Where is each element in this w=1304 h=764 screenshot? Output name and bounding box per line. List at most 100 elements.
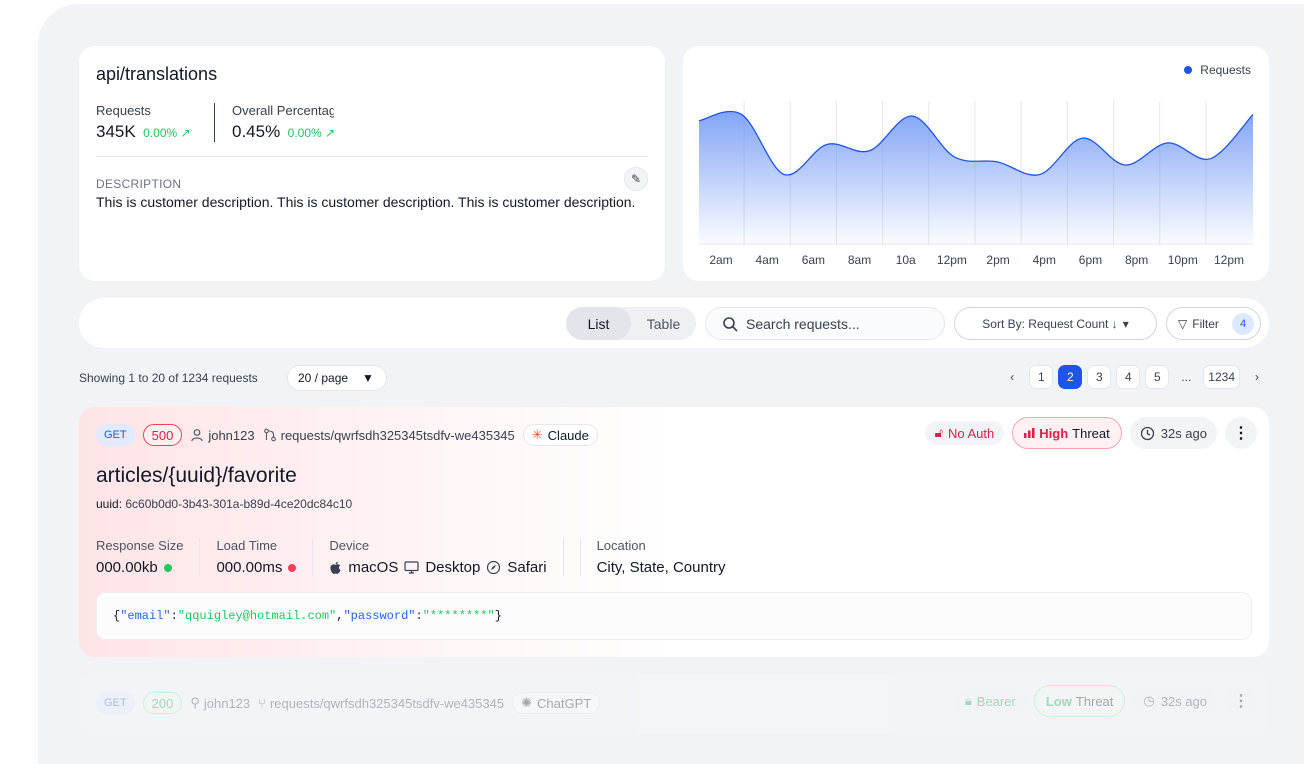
threat-level: High [1039,425,1069,441]
uuid-label: uuid: [96,497,123,511]
prev-page-icon[interactable]: ‹ [1000,365,1024,389]
filter-count-badge: 4 [1232,313,1254,335]
auth-badge: 🔒︎ Bearer [954,689,1026,713]
request-card[interactable]: GET 500 john123 requests/qwrfsdh325345ts… [79,407,1269,657]
stat-load-time: Load Time 000.00ms [216,538,314,576]
request-tags: GET 200 ⚲ john123 ⑂ requests/qwrfsdh3253… [96,692,601,714]
metric-label: Overall Percentage [232,103,334,118]
uuid-value: 6c60b0d0-3b43-301a-b89d-4ce20dc84c10 [125,497,353,511]
requests-area-chart: 2am 4am 6am 8am 10a 12pm 2pm 4pm 6pm 8pm 10pm 12pm [698,101,1254,267]
device-os: macOS [348,559,399,576]
metric-label: Requests [96,103,151,118]
user-icon [191,429,204,442]
method-badge: GET [96,692,135,714]
stat-location: Location City, State, Country [579,538,742,576]
request-tags: GET 500 john123 requests/qwrfsdh325345ts… [96,424,598,446]
pagination: ‹ 1 2 3 4 5 ... 1234 › [1000,365,1269,389]
chatgpt-icon: ✺ [521,695,533,710]
user-tag: john123 [190,428,255,443]
x-tick-label: 8pm [1125,253,1148,267]
payload-value: "qquigley@hotmail.com" [177,609,337,623]
stat-device: Device macOS Desktop Safari [329,538,564,576]
stat-value: City, State, Country [596,559,726,576]
status-badge: 500 [142,424,183,446]
stat-label: Device [329,538,370,553]
page-button[interactable]: 3 [1087,365,1112,389]
request-path: requests/qwrfsdh325345tsdfv-we435345 [280,427,515,443]
threat-badge: Low Threat [1033,685,1126,717]
x-tick-label: 8am [848,253,871,267]
stat-label: Load Time [216,538,278,553]
page-button[interactable]: 4 [1116,365,1141,389]
per-page-value: 20 / page [298,371,349,385]
payload-key: "password" [343,609,416,623]
caret-down-icon: ▼ [362,371,374,385]
stat-response-size: Response Size 000.00kb [96,538,201,576]
pencil-icon: ✎ [630,172,642,186]
threat-word: Threat [1075,693,1114,709]
signal-bars-icon [1024,428,1035,438]
kebab-icon: ⋮ [1233,693,1249,710]
model-name: Claude [547,427,589,443]
series-area [699,111,1253,245]
description-label: DESCRIPTION [96,177,182,191]
timestamp-badge: ◷ 32s ago [1133,685,1217,717]
stat-value: 000.00ms [216,559,283,576]
auth-label: No Auth [948,425,995,441]
payload-value: "********" [422,609,495,623]
request-status-tags: 🔒︎ Bearer Low Threat ◷ 32s ago ⋮ [954,685,1257,717]
route-title: articles/{uuid}/favorite [96,464,297,487]
metric-value: 345K [96,122,136,141]
more-options-button[interactable]: ⋮ [1225,417,1257,449]
model-badge: ✳ Claude [522,424,598,446]
page-button[interactable]: 5 [1145,365,1170,389]
request-path: requests/qwrfsdh325345tsdfv-we435345 [269,695,505,711]
request-stats: Response Size 000.00kb Load Time 000.00m… [96,538,758,576]
next-page-icon[interactable]: › [1245,365,1269,389]
request-card[interactable]: GET 200 ⚲ john123 ⑂ requests/qwrfsdh3253… [79,674,1269,734]
request-status-tags: 🔓︎ No Auth High Threat 32s ago ⋮ [924,417,1257,449]
metrics-row: Requests 345K 0.00% ↗ Overall Percentage… [96,103,648,142]
endpoint-summary-card: api/translations Requests 345K 0.00% ↗ O… [79,46,665,281]
compass-icon [487,560,501,575]
search-input[interactable] [746,315,926,332]
monitor-icon [404,561,419,574]
filter-button[interactable]: ▽ Filter 4 [1166,307,1261,340]
x-tick-label: 10a [896,253,916,267]
unlock-icon: 🔓︎ [934,425,943,440]
apple-icon [330,561,341,574]
threat-word: Threat [1072,425,1110,441]
user-tag: ⚲ john123 [190,695,250,711]
page-button-active[interactable]: 2 [1058,365,1083,389]
request-payload: {"email": "qquigley@hotmail.com", "passwor… [96,592,1252,640]
user-name: john123 [203,695,251,711]
timestamp-badge: 32s ago [1129,417,1217,449]
per-page-select[interactable]: 20 / page ▼ [287,365,387,391]
status-dot-red [288,563,297,572]
stat-label: Response Size [96,538,184,553]
metric-change: 0.00% ↗ [287,126,334,140]
view-table-button[interactable]: Table [631,307,696,340]
metric-value: 0.45% [232,122,281,141]
git-branch-icon: ⑂ [258,695,266,711]
page-button-last[interactable]: 1234 [1203,365,1240,389]
clock-icon: ◷ [1143,693,1155,708]
description-text: This is customer description. This is cu… [96,194,636,210]
more-options-button[interactable]: ⋮ [1225,685,1257,717]
auth-label: Bearer [976,693,1016,709]
threat-level: Low [1045,693,1072,709]
status-dot-green [163,563,172,572]
sort-label: Sort By: Request Count ↓ [982,316,1118,331]
stat-value: 000.00kb [96,559,158,576]
x-tick-label: 2pm [986,253,1009,267]
edit-description-button[interactable]: ✎ [624,167,648,191]
view-list-button[interactable]: List [566,307,631,340]
endpoint-title: api/translations [96,64,218,84]
sort-dropdown[interactable]: Sort By: Request Count ↓ ▾ [954,307,1157,340]
page-ellipsis: ... [1181,370,1192,384]
x-tick-label: 4pm [1033,253,1056,267]
timestamp: 32s ago [1160,693,1207,709]
funnel-icon: ▽ [1178,316,1188,331]
kebab-icon: ⋮ [1233,425,1249,442]
page-button[interactable]: 1 [1029,365,1054,389]
